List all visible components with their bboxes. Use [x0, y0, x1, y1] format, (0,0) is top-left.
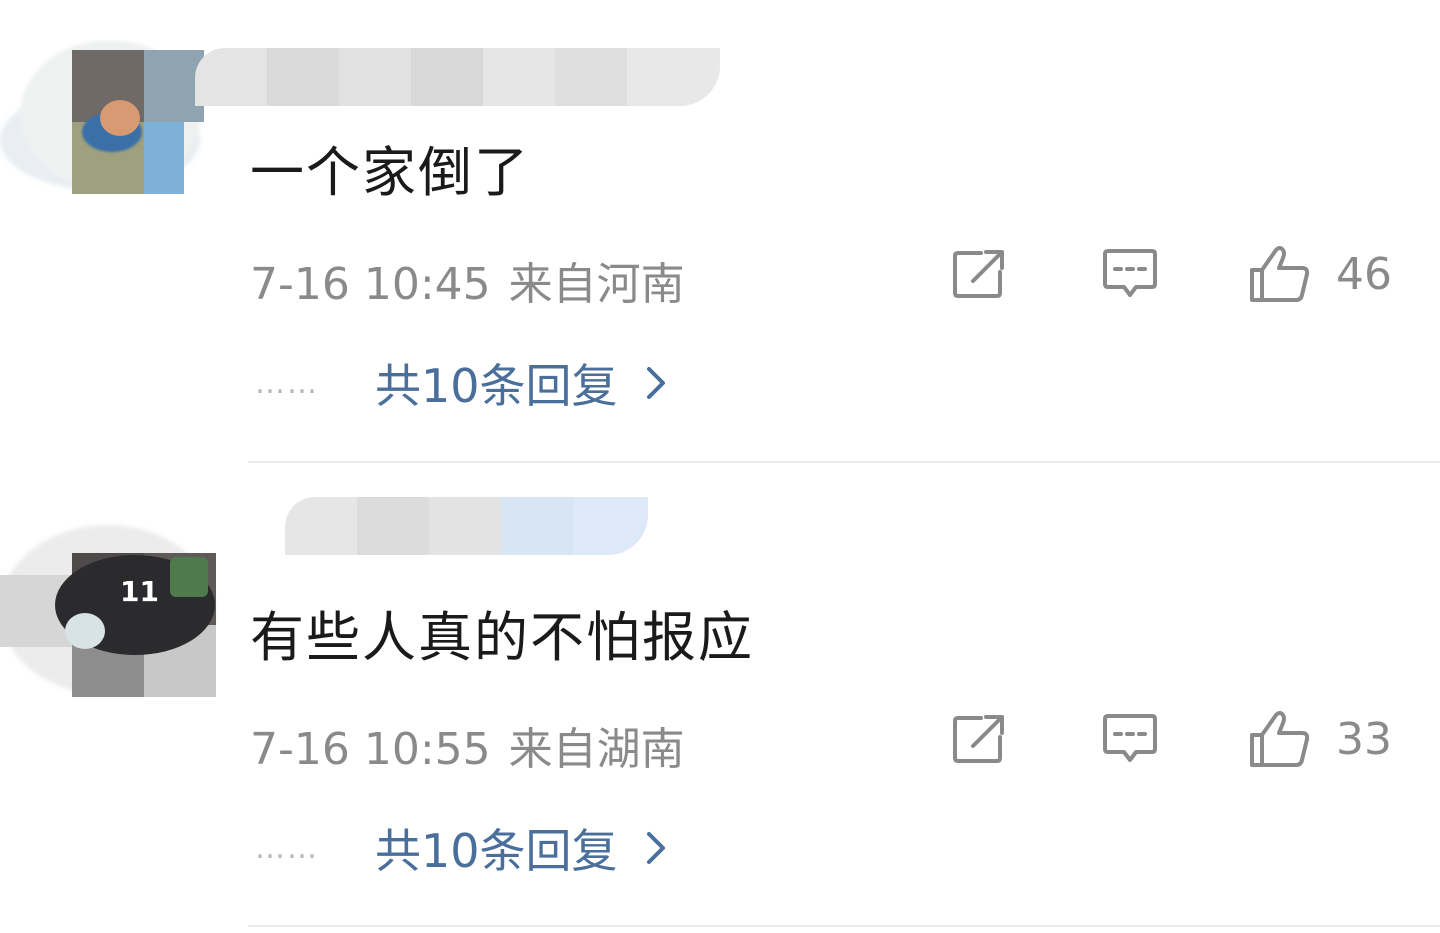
replies-row: …… 共10条回复 [255, 350, 666, 416]
comment-icon [1103, 714, 1157, 762]
comment-icon [1103, 249, 1157, 297]
comment-location: 来自湖南 [508, 724, 685, 775]
comment-button[interactable] [1102, 712, 1158, 766]
share-button[interactable] [951, 713, 1007, 765]
comment-time: 7-16 10:55 [250, 724, 491, 775]
comment-text: 有些人真的不怕报应 [250, 606, 754, 669]
comment-item: 一个家倒了 7-16 10:45 来自河南 46 …… 共10条回复 [0, 0, 1440, 463]
username[interactable] [195, 48, 720, 106]
chevron-right-icon [646, 832, 665, 864]
avatar[interactable] [0, 40, 220, 210]
comment-meta: 7-16 10:55 来自湖南 [250, 713, 685, 777]
thumbs-up-icon [1250, 711, 1310, 767]
share-icon [953, 715, 1004, 763]
share-button[interactable] [951, 248, 1007, 300]
replies-dots: …… [255, 830, 319, 866]
comment-text: 一个家倒了 [250, 141, 530, 204]
replies-label: 共10条回复 [375, 359, 618, 413]
chevron-right-icon [646, 367, 665, 399]
comment-time: 7-16 10:45 [250, 259, 491, 310]
like-button[interactable]: 46 [1248, 244, 1392, 304]
comment-location: 来自河南 [508, 259, 685, 310]
like-button[interactable]: 33 [1248, 709, 1392, 769]
thumbs-up-icon [1250, 246, 1310, 302]
share-icon [953, 250, 1004, 298]
view-replies-link[interactable]: 共10条回复 [375, 350, 666, 416]
comment-meta: 7-16 10:45 来自河南 [250, 248, 685, 312]
replies-row: …… 共10条回复 [255, 815, 666, 881]
avatar[interactable]: 11 [0, 485, 220, 700]
comment-item: 11 有些人真的不怕报应 7-16 10:55 来自湖南 33 …… 共10条回… [0, 463, 1440, 933]
comment-button[interactable] [1102, 247, 1158, 301]
view-replies-link[interactable]: 共10条回复 [375, 815, 666, 881]
replies-dots: …… [255, 365, 319, 401]
like-count: 46 [1336, 248, 1392, 300]
username[interactable] [285, 497, 648, 555]
comment-actions: 33 [951, 707, 1392, 771]
like-count: 33 [1336, 713, 1392, 765]
divider [248, 925, 1440, 927]
replies-label: 共10条回复 [375, 824, 618, 878]
comment-actions: 46 [951, 242, 1392, 306]
